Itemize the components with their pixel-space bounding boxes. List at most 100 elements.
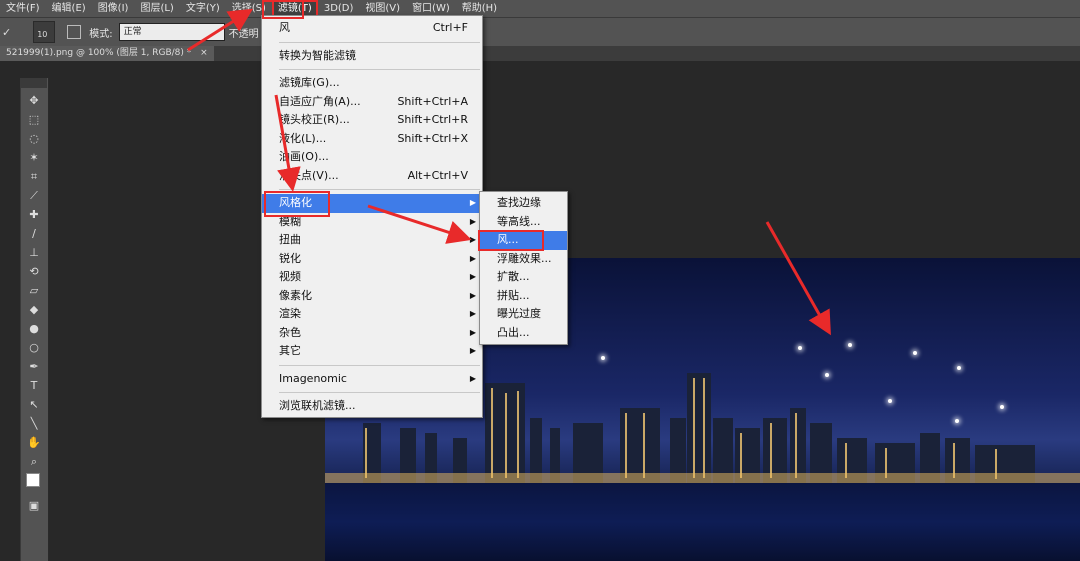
filter-menu-lens-correction[interactable]: 镜头校正(R)... Shift+Ctrl+R [262, 111, 482, 130]
history-brush-tool-icon[interactable]: ⟲ [26, 264, 42, 280]
submenu-arrow-icon: ▶ [469, 198, 476, 207]
filter-menu-last-filter[interactable]: 风 Ctrl+F [262, 19, 482, 38]
brush-panel-toggle-icon[interactable] [67, 25, 82, 39]
brush-tool-icon[interactable]: ∕ [26, 226, 42, 242]
color-swatches-icon[interactable] [26, 473, 45, 495]
stylize-diffuse[interactable]: 扩散... [480, 268, 567, 287]
type-tool-icon[interactable]: T [26, 378, 42, 394]
filter-menu-label: 浏览联机滤镜... [279, 399, 356, 412]
quick-mask-icon[interactable]: ▣ [26, 498, 42, 514]
submenu-arrow-icon: ▶ [469, 272, 476, 281]
line-tool-icon[interactable]: ╲ [26, 416, 42, 432]
filter-menu-label: 扭曲 [279, 233, 301, 246]
filter-menu-label: Imagenomic [279, 371, 347, 385]
filter-menu-blur[interactable]: 模糊 ▶ [262, 213, 482, 232]
brush-preset-picker[interactable]: 10 [33, 21, 56, 43]
star-sparkle [601, 356, 605, 360]
filter-menu-other[interactable]: 其它 ▶ [262, 342, 482, 361]
filter-menu-label: 风格化 [279, 196, 312, 209]
filter-menu-sharpen[interactable]: 锐化 ▶ [262, 250, 482, 269]
filter-menu-label: 像素化 [279, 288, 312, 302]
menu-type[interactable]: 文字(Y) [180, 0, 226, 17]
submenu-arrow-icon: ▶ [469, 235, 476, 244]
move-tool-icon[interactable]: ✥ [26, 93, 42, 109]
dodge-tool-icon[interactable]: ○ [26, 340, 42, 356]
filter-menu-filter-gallery[interactable]: 滤镜库(G)... [262, 74, 482, 93]
filter-menu-stylize[interactable]: 风格化 ▶ [262, 194, 482, 213]
star-sparkle [955, 419, 959, 423]
menu-separator [279, 69, 480, 70]
blur-tool-icon[interactable]: ● [26, 321, 42, 337]
path-selection-tool-icon[interactable]: ↖ [26, 397, 42, 413]
submenu-arrow-icon: ▶ [469, 290, 476, 300]
clone-stamp-tool-icon[interactable]: ⊥ [26, 245, 42, 261]
filter-menu-imagenomic[interactable]: Imagenomic ▶ [262, 370, 482, 389]
mode-select[interactable]: 正常 [118, 23, 225, 41]
shortcut-label: Shift+Ctrl+A [397, 94, 468, 108]
shortcut-label: Shift+Ctrl+R [397, 113, 468, 126]
filter-menu-render[interactable]: 渲染 ▶ [262, 305, 482, 324]
menu-layer[interactable]: 图层(L) [134, 0, 179, 17]
healing-brush-tool-icon[interactable]: ✚ [26, 207, 42, 223]
filter-menu-label: 转换为智能滤镜 [279, 48, 356, 62]
stylize-solarize[interactable]: 曝光过度 [480, 305, 567, 324]
stylize-emboss[interactable]: 浮雕效果... [480, 250, 567, 269]
menu-bar: 文件(F) 编辑(E) 图像(I) 图层(L) 文字(Y) 选择(S) 滤镜(T… [0, 0, 1080, 17]
paint-bucket-tool-icon[interactable]: ◆ [26, 302, 42, 318]
filter-menu-pixelate[interactable]: 像素化 ▶ [262, 287, 482, 306]
menu-file[interactable]: 文件(F) [0, 0, 46, 17]
hand-tool-icon[interactable]: ✋ [26, 435, 42, 451]
magic-wand-tool-icon[interactable]: ✶ [26, 150, 42, 166]
marquee-tool-icon[interactable]: ⬚ [26, 112, 42, 128]
filter-menu-label: 其它 [279, 344, 301, 357]
stylize-submenu: 查找边缘 等高线... 风... 浮雕效果... 扩散... 拼贴... 曝光过… [479, 191, 568, 345]
menu-edit[interactable]: 编辑(E) [46, 0, 92, 17]
filter-menu-convert-smart[interactable]: 转换为智能滤镜 [262, 47, 482, 66]
star-sparkle [913, 351, 917, 355]
document-tab[interactable]: 521999(1).png @ 100% (图层 1, RGB/8) * × [0, 46, 214, 61]
filter-menu-vanishing-point[interactable]: 消失点(V)... Alt+Ctrl+V [262, 167, 482, 186]
submenu-arrow-icon: ▶ [469, 309, 476, 318]
eyedropper-tool-icon[interactable]: ⟋ [26, 188, 42, 204]
submenu-arrow-icon: ▶ [469, 216, 476, 226]
filter-menu-noise[interactable]: 杂色 ▶ [262, 324, 482, 343]
brush-tool-icon[interactable]: ✓ [2, 26, 11, 39]
stylize-extrude[interactable]: 凸出... [480, 324, 567, 343]
lasso-tool-icon[interactable]: ◌ [26, 131, 42, 147]
filter-menu-distort[interactable]: 扭曲 ▶ [262, 231, 482, 250]
toolbox-header[interactable] [20, 78, 47, 88]
close-tab-icon[interactable]: × [200, 48, 208, 58]
stylize-trace-contour[interactable]: 等高线... [480, 213, 567, 232]
shortcut-label: Alt+Ctrl+V [407, 168, 468, 182]
crop-tool-icon[interactable]: ⌗ [26, 169, 42, 185]
filter-menu-browse-online[interactable]: 浏览联机滤镜... [262, 397, 482, 416]
stylize-tiles[interactable]: 拼贴... [480, 287, 567, 306]
star-sparkle [848, 343, 852, 347]
toolbox: ✥ ⬚ ◌ ✶ ⌗ ⟋ ✚ ∕ ⊥ ⟲ ▱ ◆ ● ○ ✒ T ↖ ╲ ✋ ⌕ … [20, 78, 49, 561]
menu-separator [279, 189, 480, 190]
filter-menu-label: 滤镜库(G)... [279, 76, 340, 89]
mode-label: 模式: [89, 28, 113, 40]
stylize-wind[interactable]: 风... [480, 231, 567, 250]
zoom-tool-icon[interactable]: ⌕ [26, 454, 42, 470]
shortcut-label: Shift+Ctrl+X [397, 131, 468, 145]
star-sparkle [825, 373, 829, 377]
document-tab-bar: 521999(1).png @ 100% (图层 1, RGB/8) * × [0, 46, 1080, 61]
menu-image[interactable]: 图像(I) [92, 0, 135, 17]
menu-separator [279, 364, 480, 366]
filter-menu-liquify[interactable]: 液化(L)... Shift+Ctrl+X [262, 130, 482, 149]
eraser-tool-icon[interactable]: ▱ [26, 283, 42, 299]
opacity-label: 不透明 [228, 28, 259, 40]
filter-menu-label: 油画(O)... [279, 150, 329, 163]
filter-menu-label: 风 [279, 21, 290, 34]
water-reflection [325, 483, 1080, 561]
document-tab-label: 521999(1).png @ 100% (图层 1, RGB/8) * [6, 48, 192, 58]
submenu-arrow-icon: ▶ [469, 253, 476, 263]
star-sparkle [957, 366, 961, 370]
pen-tool-icon[interactable]: ✒ [26, 359, 42, 375]
filter-menu-oil-paint[interactable]: 油画(O)... [262, 148, 482, 167]
filter-menu-video[interactable]: 视频 ▶ [262, 268, 482, 287]
stylize-find-edges[interactable]: 查找边缘 [480, 194, 567, 213]
filter-menu-label: 视频 [279, 270, 301, 283]
filter-menu-adaptive-wide-angle[interactable]: 自适应广角(A)... Shift+Ctrl+A [262, 93, 482, 112]
